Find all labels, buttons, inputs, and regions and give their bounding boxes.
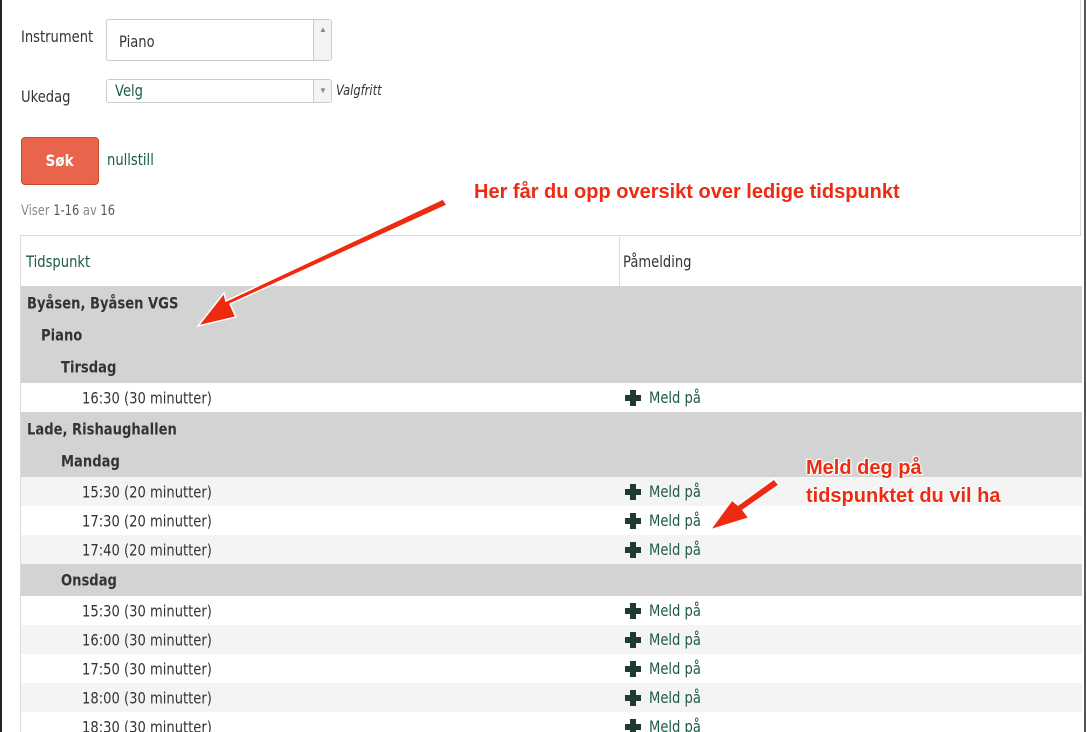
annotation-signup-line2: tidspunktet du vil ha <box>806 485 1001 507</box>
annotation-overview: Her får du opp oversikt over ledige tids… <box>474 181 900 203</box>
annotation-arrows <box>196 198 781 532</box>
annotation-signup-line1: Meld deg på <box>806 457 922 479</box>
page-frame: Instrument Piano ▲ Ukedag Velg ▼ Valgfri… <box>0 0 1086 732</box>
overview-arrow <box>196 198 449 328</box>
signup-arrow <box>708 477 781 532</box>
